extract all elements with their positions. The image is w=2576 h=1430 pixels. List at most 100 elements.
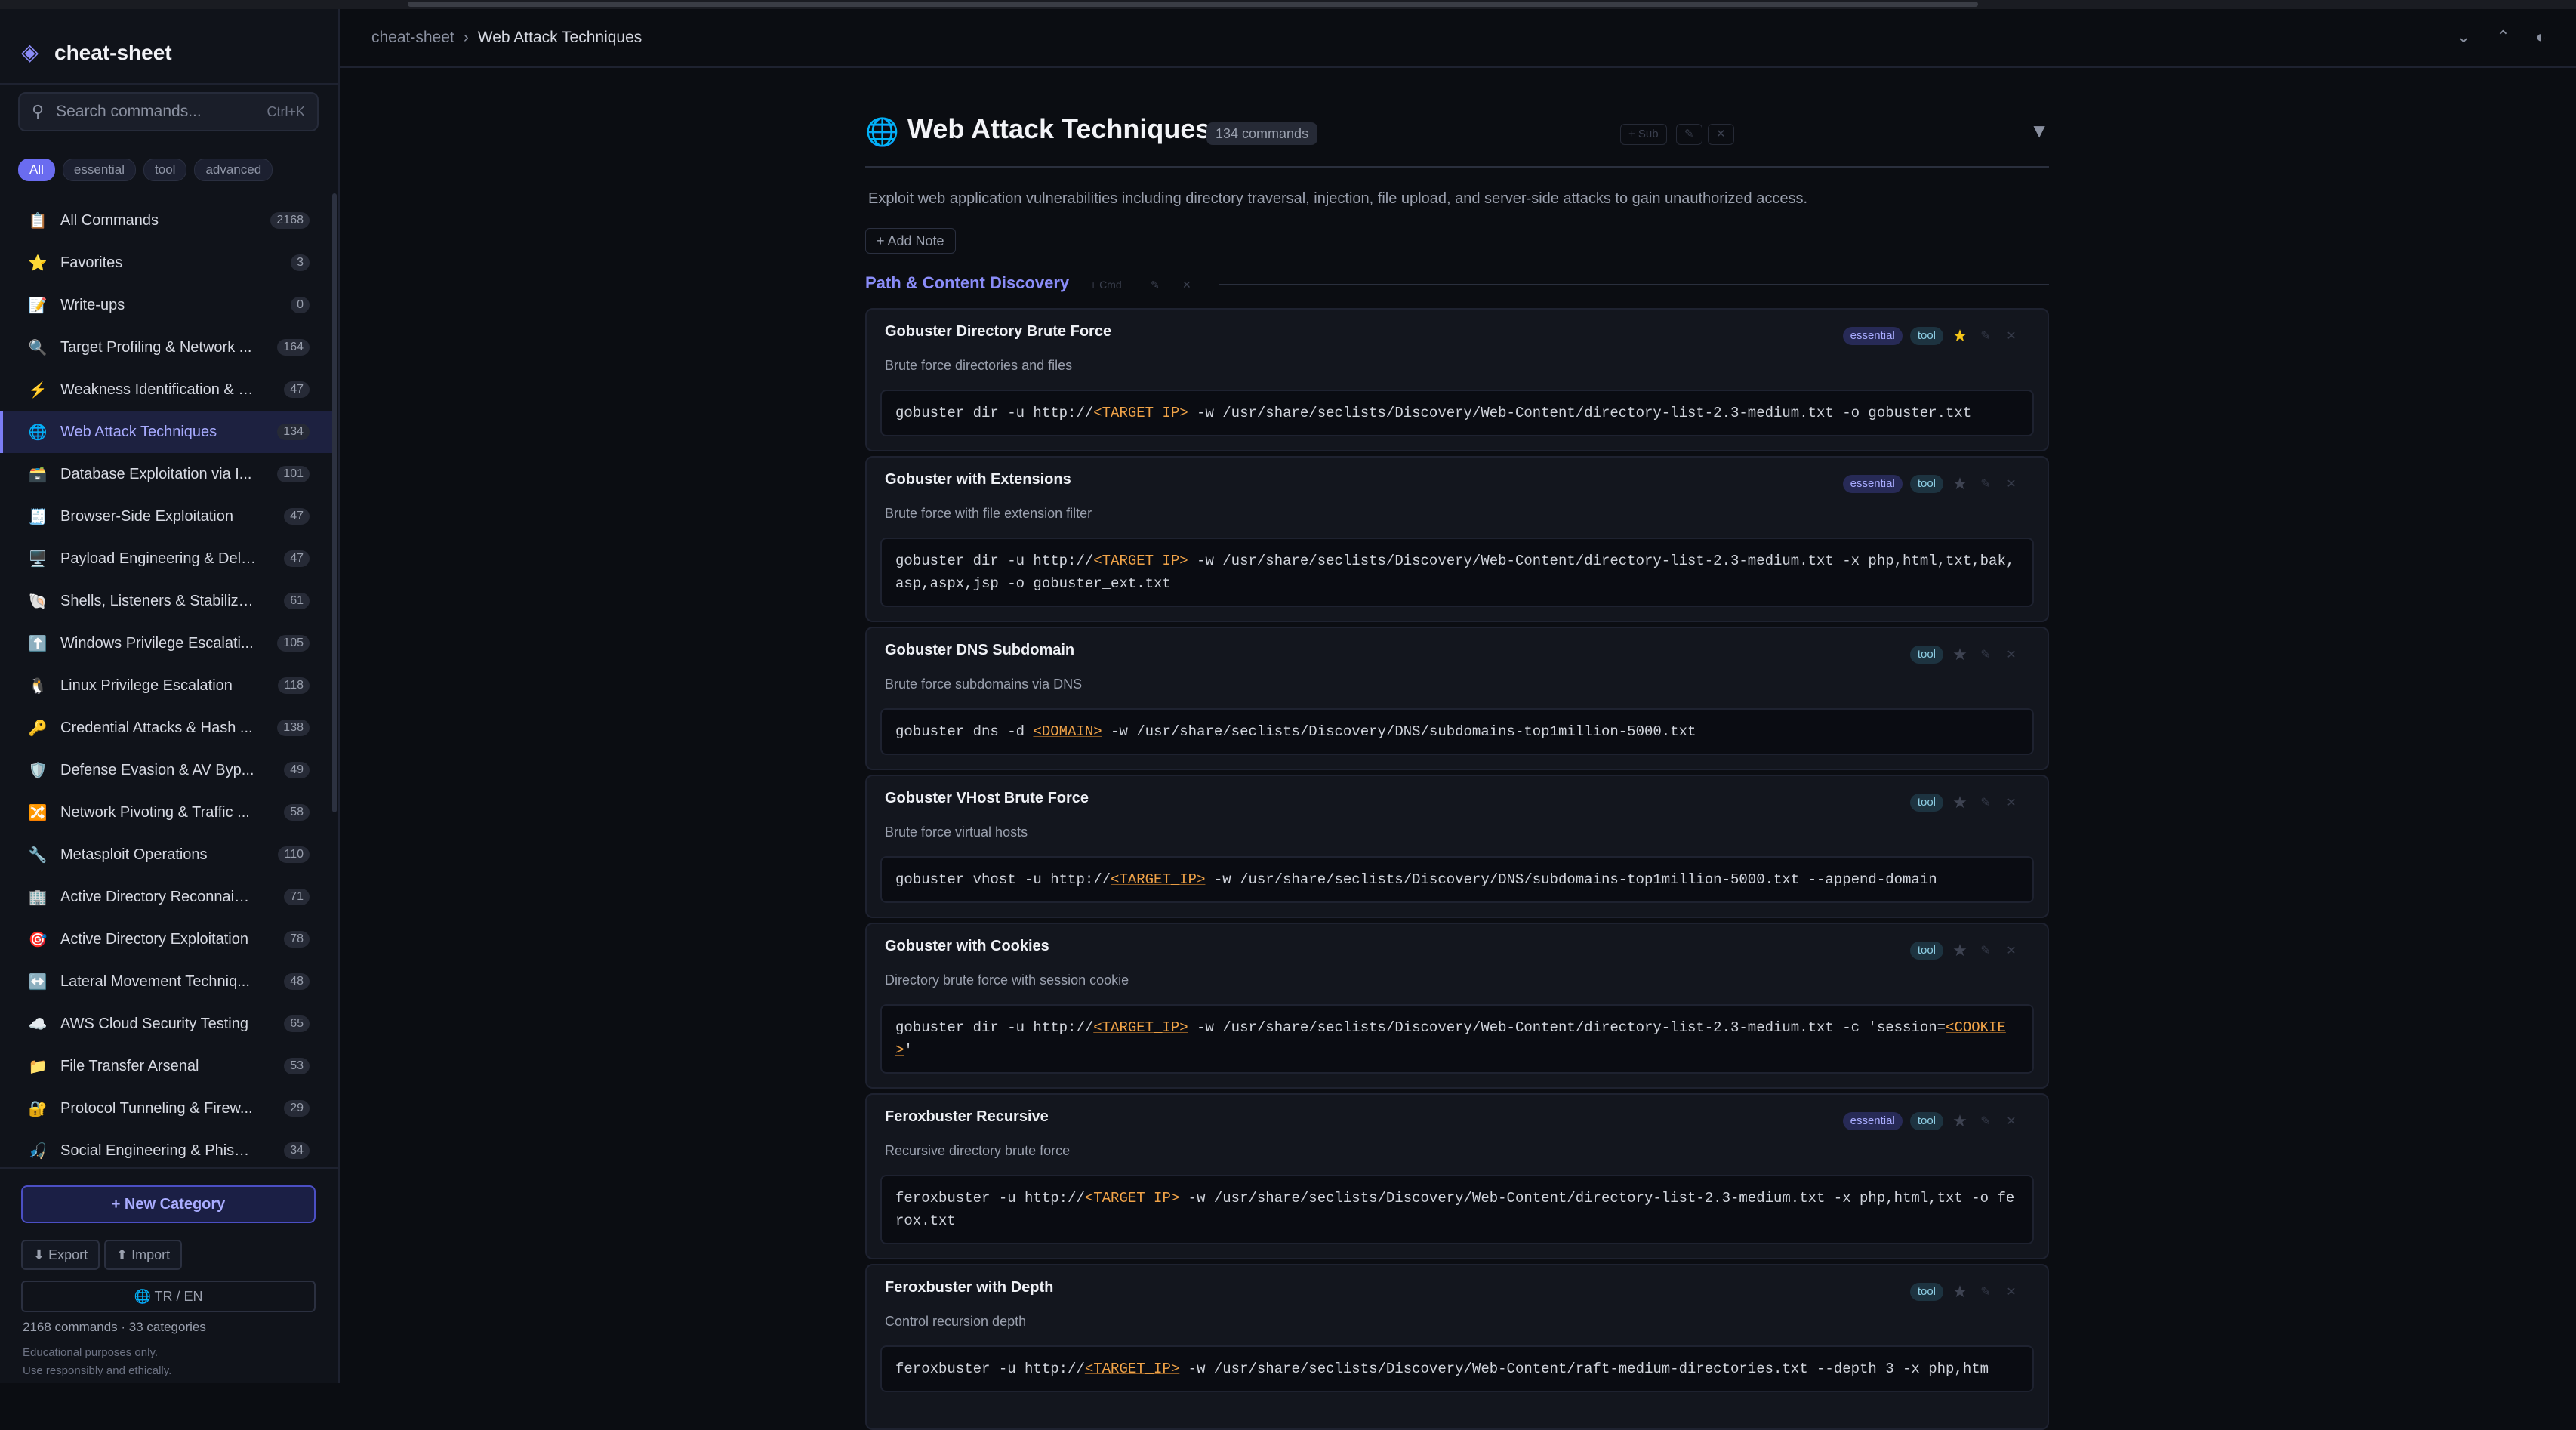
search-input[interactable]: [54, 102, 267, 122]
sidebar-item[interactable]: 🗃️ Database Exploitation via I... 101: [0, 453, 332, 495]
favorite-star-icon[interactable]: ★: [1951, 941, 1969, 960]
search-box[interactable]: ⚲ Ctrl+K: [18, 92, 319, 131]
filter-advanced[interactable]: advanced: [194, 159, 273, 181]
delete-icon[interactable]: ✕: [2002, 1284, 2020, 1299]
breadcrumb-root[interactable]: cheat-sheet: [371, 29, 454, 47]
sidebar-item[interactable]: 🐚 Shells, Listeners & Stabilizat... 61: [0, 580, 332, 622]
favorite-star-icon[interactable]: ★: [1951, 474, 1969, 494]
delete-icon[interactable]: ✕: [2002, 795, 2020, 810]
sidebar-item[interactable]: 📝 Write-ups 0: [0, 284, 332, 326]
sidebar-item[interactable]: ⚡ Weakness Identification & S... 47: [0, 368, 332, 411]
command-card[interactable]: Gobuster with Cookies tool ★ ✎ ✕ Directory br…: [865, 923, 2049, 1089]
delete-section-button[interactable]: ✕: [1176, 276, 1197, 293]
sidebar-item[interactable]: ⭐ Favorites 3: [0, 242, 332, 284]
code-placeholder[interactable]: <TARGET_IP>: [1085, 1190, 1179, 1207]
edit-icon[interactable]: ✎: [1977, 1114, 1995, 1129]
edit-icon[interactable]: ✎: [1977, 476, 1995, 492]
new-category-button[interactable]: + New Category: [21, 1185, 316, 1223]
sidebar-item[interactable]: 🎣 Social Engineering & Phishi... 34: [0, 1130, 332, 1172]
sidebar-item[interactable]: 🐧 Linux Privilege Escalation 118: [0, 664, 332, 707]
sidebar-item[interactable]: 🌐 Web Attack Techniques 134: [0, 411, 332, 453]
code-placeholder[interactable]: <TARGET_IP>: [1093, 553, 1188, 569]
tag-badge[interactable]: tool: [1909, 1112, 1943, 1130]
sidebar-item[interactable]: 🏢 Active Directory Reconnaiss... 71: [0, 876, 332, 918]
tag-badge[interactable]: tool: [1909, 1283, 1943, 1301]
tag-badge[interactable]: tool: [1909, 794, 1943, 812]
edit-category-button[interactable]: ✎: [1676, 124, 1702, 145]
delete-category-button[interactable]: ✕: [1708, 124, 1734, 145]
sidebar-scrollbar[interactable]: [332, 193, 337, 812]
sidebar-item[interactable]: 🎯 Active Directory Exploitation 78: [0, 918, 332, 960]
delete-icon[interactable]: ✕: [2002, 647, 2020, 662]
delete-icon[interactable]: ✕: [2002, 476, 2020, 492]
sidebar-item[interactable]: 🔑 Credential Attacks & Hash ... 138: [0, 707, 332, 749]
edit-icon[interactable]: ✎: [1977, 328, 1995, 344]
code-placeholder[interactable]: <TARGET_IP>: [1093, 1019, 1188, 1036]
add-command-button[interactable]: + Cmd: [1084, 276, 1128, 293]
code-placeholder[interactable]: <TARGET_IP>: [1093, 405, 1188, 421]
tag-badge[interactable]: tool: [1909, 475, 1943, 493]
sidebar-item[interactable]: ⬆️ Windows Privilege Escalati... 105: [0, 622, 332, 664]
edit-icon[interactable]: ✎: [1977, 943, 1995, 958]
sidebar-item[interactable]: 🔍 Target Profiling & Network ... 164: [0, 326, 332, 368]
favorite-star-icon[interactable]: ★: [1951, 326, 1969, 346]
edit-icon[interactable]: ✎: [1977, 647, 1995, 662]
favorite-star-icon[interactable]: ★: [1951, 1282, 1969, 1302]
theme-toggle-icon[interactable]: ◐: [2536, 27, 2546, 47]
command-code-block[interactable]: gobuster vhost -u http://<TARGET_IP> -w …: [880, 856, 2034, 903]
code-placeholder[interactable]: <TARGET_IP>: [1111, 871, 1205, 888]
sidebar-item[interactable]: 🔀 Network Pivoting & Traffic ... 58: [0, 791, 332, 834]
tag-badge[interactable]: essential: [1842, 475, 1903, 493]
brand[interactable]: ◈ cheat-sheet: [21, 32, 172, 74]
command-code-block[interactable]: gobuster dir -u http://<TARGET_IP> -w /u…: [880, 390, 2034, 436]
favorite-star-icon[interactable]: ★: [1951, 793, 1969, 812]
tag-badge[interactable]: essential: [1842, 327, 1903, 345]
export-button[interactable]: ⬇ Export: [21, 1240, 100, 1270]
favorite-star-icon[interactable]: ★: [1951, 645, 1969, 664]
command-code-block[interactable]: gobuster dir -u http://<TARGET_IP> -w /u…: [880, 1004, 2034, 1074]
expand-all-icon[interactable]: ⌃: [2496, 27, 2510, 47]
command-code-block[interactable]: gobuster dns -d <DOMAIN> -w /usr/share/s…: [880, 708, 2034, 755]
sidebar-item[interactable]: 🛡️ Defense Evasion & AV Byp... 49: [0, 749, 332, 791]
sidebar-item[interactable]: 🔧 Metasploit Operations 110: [0, 834, 332, 876]
code-placeholder[interactable]: <TARGET_IP>: [1085, 1361, 1179, 1377]
sidebar-item[interactable]: 🖥️ Payload Engineering & Deli... 47: [0, 538, 332, 580]
filter-tool[interactable]: tool: [143, 159, 187, 181]
horizontal-scrollbar[interactable]: [408, 2, 1978, 7]
sidebar-item[interactable]: 🔐 Protocol Tunneling & Firew... 29: [0, 1087, 332, 1130]
command-card[interactable]: Gobuster Directory Brute Force essential t…: [865, 308, 2049, 451]
command-code-block[interactable]: feroxbuster -u http://<TARGET_IP> -w /us…: [880, 1175, 2034, 1244]
sidebar-item[interactable]: 🧾 Browser-Side Exploitation 47: [0, 495, 332, 538]
edit-icon[interactable]: ✎: [1977, 795, 1995, 810]
command-card[interactable]: Feroxbuster Recursive essential tool ★ ✎ ✕ Rec…: [865, 1093, 2049, 1259]
favorite-star-icon[interactable]: ★: [1951, 1111, 1969, 1131]
add-note-button[interactable]: + Add Note: [865, 228, 956, 254]
filter-all[interactable]: All: [18, 159, 55, 181]
sidebar-item[interactable]: ↔️ Lateral Movement Techniq... 48: [0, 960, 332, 1003]
sidebar-item[interactable]: 📁 File Transfer Arsenal 53: [0, 1045, 332, 1087]
code-placeholder[interactable]: <DOMAIN>: [1033, 723, 1102, 740]
command-card[interactable]: Feroxbuster with Depth tool ★ ✎ ✕ Control rec…: [865, 1264, 2049, 1430]
delete-icon[interactable]: ✕: [2002, 943, 2020, 958]
import-button[interactable]: ⬆ Import: [104, 1240, 183, 1270]
command-card[interactable]: Gobuster DNS Subdomain tool ★ ✎ ✕ Brute force…: [865, 627, 2049, 770]
tag-badge[interactable]: tool: [1909, 327, 1943, 345]
delete-icon[interactable]: ✕: [2002, 1114, 2020, 1129]
section-title[interactable]: Path & Content Discovery: [865, 273, 1069, 293]
collapse-triangle-icon[interactable]: ▼: [2029, 119, 2049, 143]
tag-badge[interactable]: essential: [1842, 1112, 1903, 1130]
language-toggle[interactable]: 🌐 TR / EN: [21, 1281, 316, 1312]
sidebar-item[interactable]: ☁️ AWS Cloud Security Testing 65: [0, 1003, 332, 1045]
delete-icon[interactable]: ✕: [2002, 328, 2020, 344]
filter-essential[interactable]: essential: [62, 159, 137, 181]
tag-badge[interactable]: tool: [1909, 942, 1943, 960]
edit-icon[interactable]: ✎: [1977, 1284, 1995, 1299]
collapse-all-icon[interactable]: ⌄: [2457, 27, 2470, 47]
sidebar-item[interactable]: 📋 All Commands 2168: [0, 199, 332, 242]
command-code-block[interactable]: gobuster dir -u http://<TARGET_IP> -w /u…: [880, 538, 2034, 607]
command-card[interactable]: Gobuster with Extensions essential tool ★ ✎ ✕…: [865, 456, 2049, 622]
command-code-block[interactable]: feroxbuster -u http://<TARGET_IP> -w /us…: [880, 1345, 2034, 1392]
edit-section-button[interactable]: ✎: [1145, 276, 1166, 293]
add-subcategory-button[interactable]: + Sub: [1620, 124, 1667, 145]
tag-badge[interactable]: tool: [1909, 646, 1943, 664]
